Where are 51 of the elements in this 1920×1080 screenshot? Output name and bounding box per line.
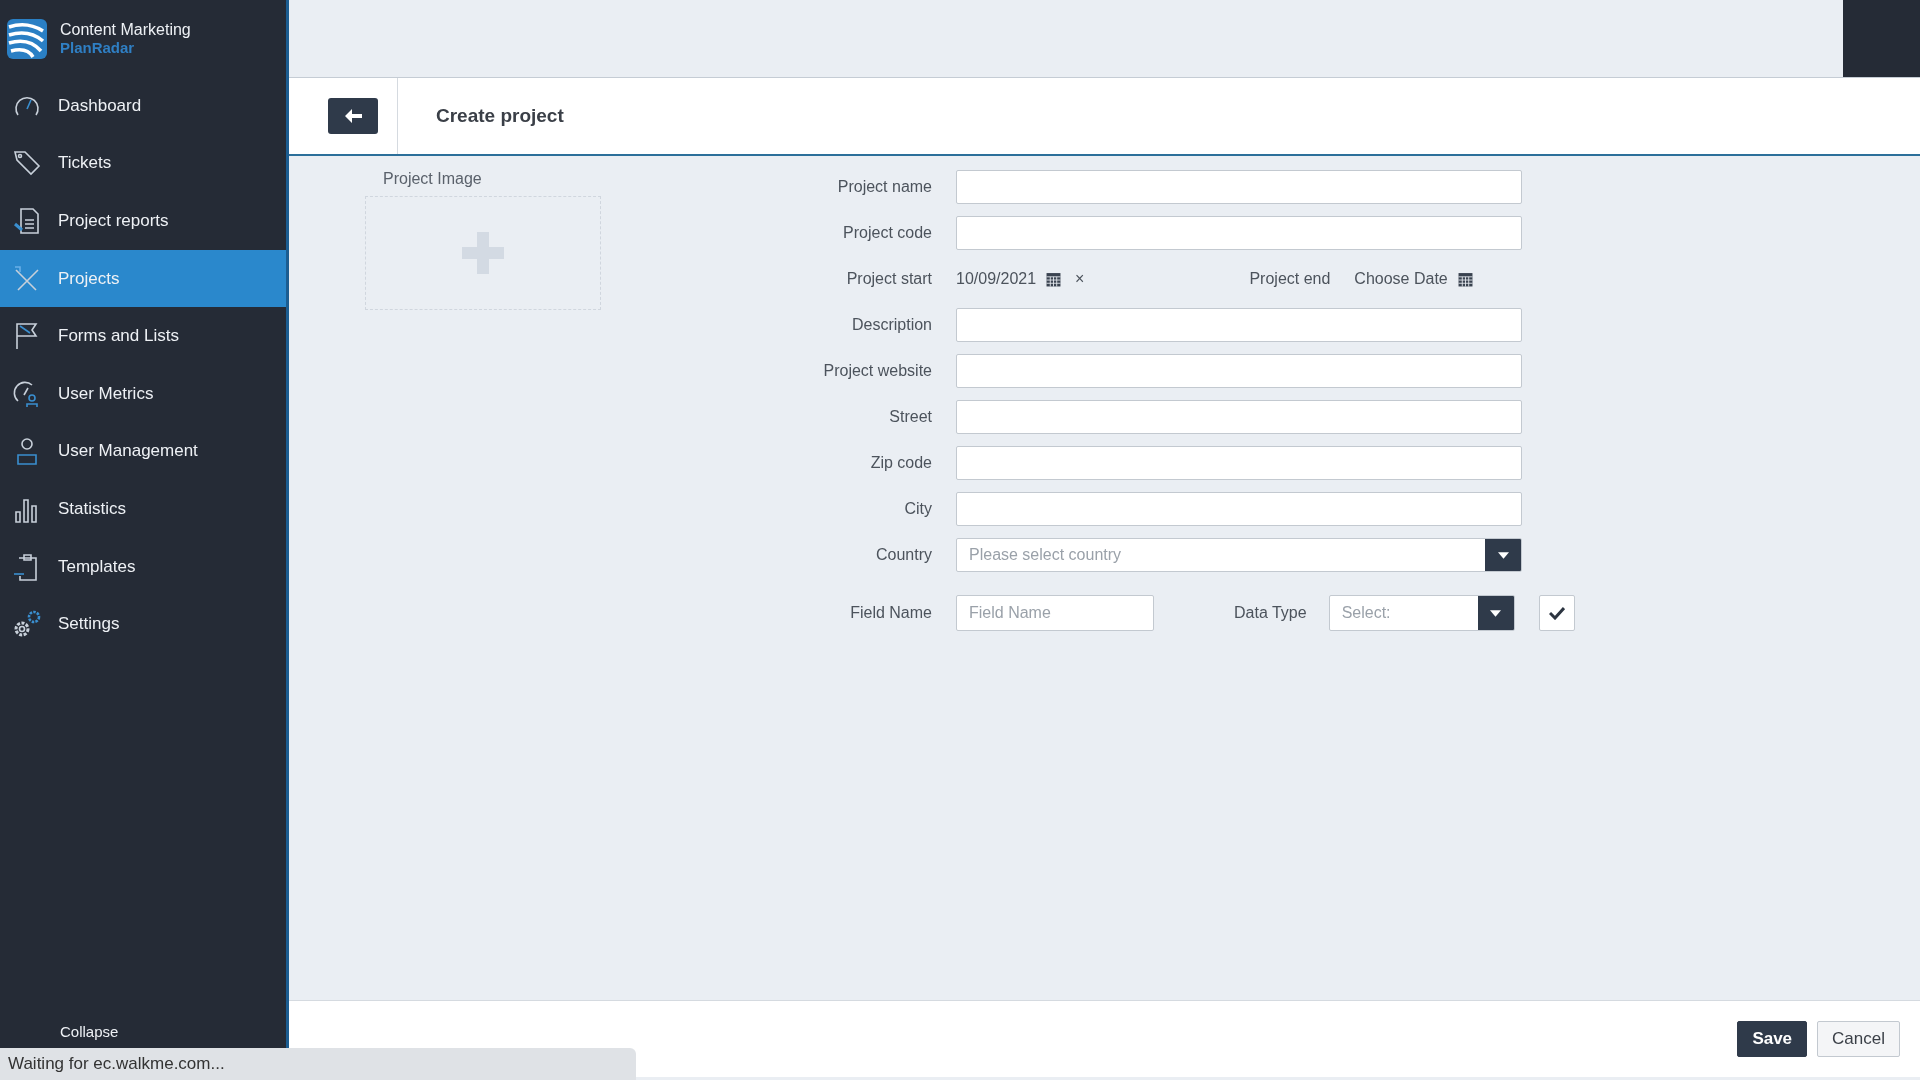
- field-label: Project website: [822, 362, 933, 380]
- confirm-button[interactable]: [1538, 595, 1575, 631]
- field-label: Project end: [1249, 270, 1331, 288]
- text-field[interactable]: [956, 308, 1522, 342]
- sidebar-item[interactable]: Tickets: [0, 134, 286, 193]
- field-name-input[interactable]: Field Name: [956, 595, 1154, 631]
- sidebar-item[interactable]: User Metrics: [0, 364, 286, 423]
- field-label: Project Image: [382, 170, 483, 188]
- workspace-name: Content Marketing: [60, 21, 191, 39]
- cancel-button[interactable]: Cancel: [1817, 1021, 1900, 1057]
- field-label: Project code: [842, 224, 933, 242]
- date-picker-link[interactable]: Choose Date: [1354, 270, 1448, 288]
- brand-name: PlanRadar: [60, 39, 136, 56]
- caret-icon: [1490, 609, 1502, 617]
- logo-icon: [7, 18, 47, 59]
- field-label: City: [903, 500, 933, 518]
- field-label: Street: [888, 408, 933, 426]
- field-label: Field Name: [849, 604, 933, 622]
- sidebar-item[interactable]: Dashboard: [0, 77, 286, 135]
- sidebar-item[interactable]: Templates: [0, 537, 286, 596]
- image-dropzone[interactable]: [365, 196, 601, 310]
- date-value: 10/09/2021: [956, 270, 1037, 288]
- clear-date-button[interactable]: ×: [1075, 270, 1085, 288]
- sidebar-item[interactable]: Forms and Lists: [0, 307, 286, 365]
- text-field[interactable]: [956, 170, 1522, 204]
- caret-icon: [1497, 551, 1509, 559]
- collapse-button[interactable]: Collapse: [60, 1023, 119, 1040]
- sidebar-item[interactable]: Settings: [0, 595, 286, 653]
- checkmark-icon: [1548, 606, 1565, 620]
- field-label: Zip code: [869, 454, 933, 472]
- back-button[interactable]: [328, 98, 378, 134]
- save-button[interactable]: Save: [1737, 1021, 1808, 1057]
- calendar-icon[interactable]: [1046, 271, 1062, 287]
- page-title: Create project: [436, 105, 564, 127]
- calendar-icon[interactable]: [1457, 271, 1473, 287]
- status-bar: Waiting for ec.walkme.com...: [0, 1048, 636, 1080]
- text-field[interactable]: [956, 446, 1522, 480]
- arrow-left-icon: [343, 108, 363, 124]
- field-label: Project start: [845, 270, 933, 288]
- field-label: Country: [874, 546, 933, 564]
- document-icon: [12, 206, 42, 236]
- field-label: Data Type: [1234, 604, 1307, 622]
- text-field[interactable]: [956, 492, 1522, 526]
- text-field[interactable]: [956, 216, 1522, 250]
- sidebar-item[interactable]: User Management: [0, 422, 286, 481]
- field-label: Project name: [836, 178, 933, 196]
- sidebar-item[interactable]: Statistics: [0, 480, 286, 538]
- field-label: Description: [850, 316, 933, 334]
- text-field[interactable]: [956, 400, 1522, 434]
- text-field[interactable]: [956, 354, 1522, 388]
- sidebar-item[interactable]: Project reports: [0, 192, 286, 250]
